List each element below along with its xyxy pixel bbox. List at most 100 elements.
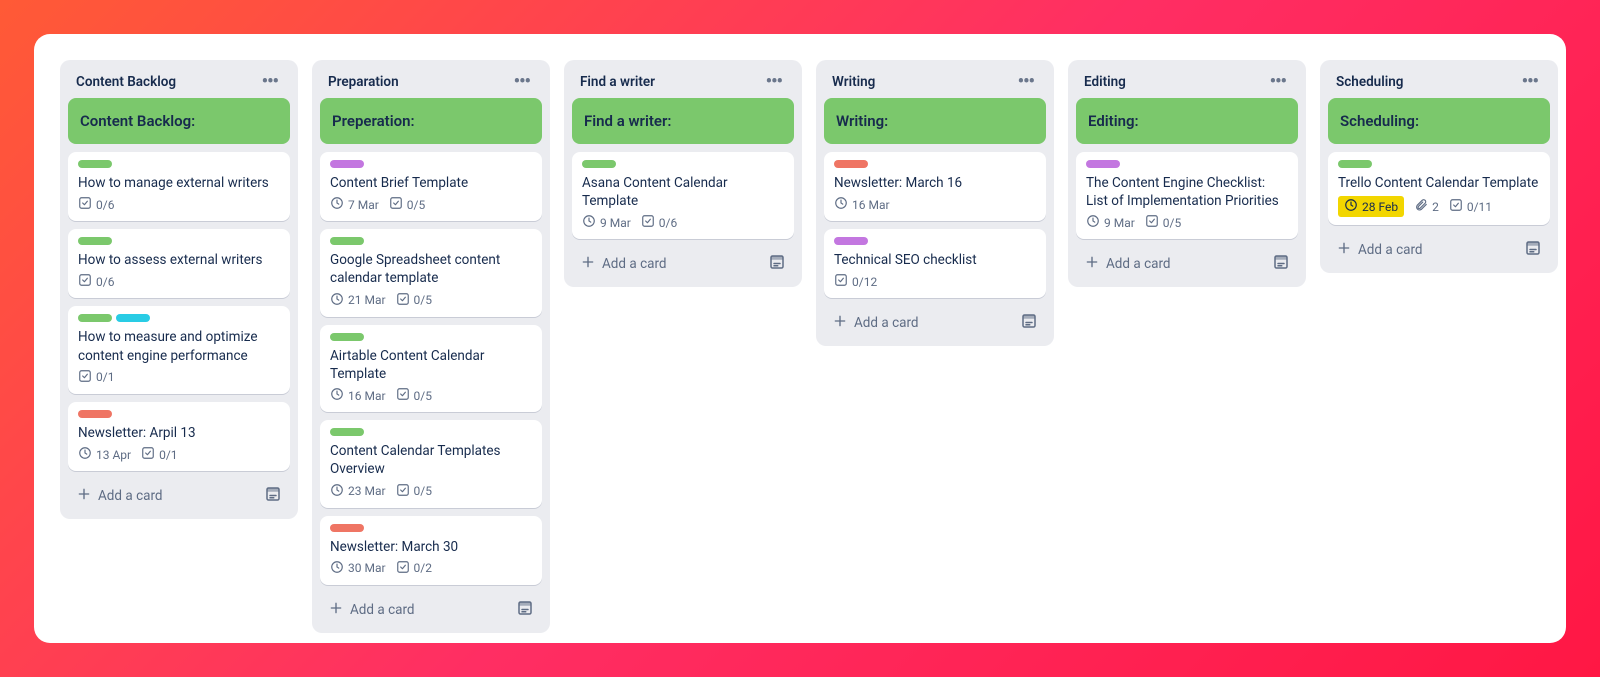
create-from-template-button[interactable] bbox=[768, 253, 786, 275]
card-badges: 0/12 bbox=[834, 273, 1036, 290]
checklist-icon bbox=[78, 369, 92, 386]
due-date-badge: 21 Mar bbox=[330, 292, 386, 309]
card-badges: 13 Apr 0/1 bbox=[78, 446, 280, 463]
card-labels bbox=[330, 333, 532, 341]
plus-icon bbox=[1336, 240, 1352, 260]
create-from-template-button[interactable] bbox=[1020, 312, 1038, 334]
checklist-badge: 0/1 bbox=[141, 446, 177, 463]
list-stage-card[interactable]: Preperation: bbox=[320, 98, 542, 144]
card[interactable]: How to manage external writers 0/6 bbox=[68, 152, 290, 221]
label-green bbox=[330, 237, 364, 245]
card[interactable]: How to assess external writers 0/6 bbox=[68, 229, 290, 298]
due-date-badge: 16 Mar bbox=[834, 196, 890, 213]
checklist-icon bbox=[78, 273, 92, 290]
list-stage-card[interactable]: Scheduling: bbox=[1328, 98, 1550, 144]
card-title: Asana Content Calendar Template bbox=[582, 174, 784, 210]
checklist-count: 0/1 bbox=[96, 370, 114, 384]
attachment-count: 2 bbox=[1432, 200, 1439, 214]
card-badges: 21 Mar 0/5 bbox=[330, 292, 532, 309]
checklist-badge: 0/5 bbox=[1145, 214, 1181, 231]
label-green bbox=[330, 333, 364, 341]
checklist-badge: 0/6 bbox=[641, 214, 677, 231]
card[interactable]: Newsletter: March 30 30 Mar 0/2 bbox=[320, 516, 542, 585]
checklist-icon bbox=[78, 196, 92, 213]
template-icon bbox=[1020, 315, 1038, 334]
card-badges: 0/6 bbox=[78, 273, 280, 290]
checklist-count: 0/12 bbox=[852, 275, 877, 289]
card-badges: 30 Mar 0/2 bbox=[330, 560, 532, 577]
list-stage-card[interactable]: Find a writer: bbox=[572, 98, 794, 144]
due-date-badge: 30 Mar bbox=[330, 560, 386, 577]
checklist-icon bbox=[1145, 214, 1159, 231]
card[interactable]: Newsletter: March 16 16 Mar bbox=[824, 152, 1046, 221]
list-menu-icon[interactable]: ••• bbox=[1518, 76, 1542, 88]
add-card-button[interactable]: Add a card bbox=[1336, 240, 1423, 260]
list-stage-card[interactable]: Editing: bbox=[1076, 98, 1298, 144]
add-card-button[interactable]: Add a card bbox=[76, 486, 163, 506]
due-date-badge: 13 Apr bbox=[78, 446, 131, 463]
clock-icon bbox=[330, 483, 344, 500]
list-header: Find a writer ••• bbox=[572, 68, 794, 98]
clock-icon bbox=[78, 446, 92, 463]
list-menu-icon[interactable]: ••• bbox=[1014, 76, 1038, 88]
card-title: How to assess external writers bbox=[78, 251, 280, 269]
card-labels bbox=[582, 160, 784, 168]
add-card-button[interactable]: Add a card bbox=[832, 313, 919, 333]
card[interactable]: Content Brief Template 7 Mar 0/5 bbox=[320, 152, 542, 221]
list: Writing ••• Writing: Newsletter: March 1… bbox=[816, 60, 1054, 346]
list: Editing ••• Editing: The Content Engine … bbox=[1068, 60, 1306, 287]
create-from-template-button[interactable] bbox=[1524, 239, 1542, 261]
create-from-template-button[interactable] bbox=[516, 599, 534, 621]
add-card-button[interactable]: Add a card bbox=[328, 600, 415, 620]
add-card-button[interactable]: Add a card bbox=[1084, 254, 1171, 274]
card[interactable]: Trello Content Calendar Template 28 Feb … bbox=[1328, 152, 1550, 225]
card-title: Content Brief Template bbox=[330, 174, 532, 192]
list-menu-icon[interactable]: ••• bbox=[510, 76, 534, 88]
list-stage-card[interactable]: Content Backlog: bbox=[68, 98, 290, 144]
list: Scheduling ••• Scheduling: Trello Conten… bbox=[1320, 60, 1558, 273]
checklist-badge: 0/6 bbox=[78, 273, 114, 290]
list-menu-icon[interactable]: ••• bbox=[1266, 76, 1290, 88]
checklist-icon bbox=[641, 214, 655, 231]
card[interactable]: Newsletter: Arpil 13 13 Apr 0/1 bbox=[68, 402, 290, 471]
checklist-badge: 0/5 bbox=[396, 387, 432, 404]
card[interactable]: Airtable Content Calendar Template 16 Ma… bbox=[320, 325, 542, 412]
card[interactable]: Google Spreadsheet content calendar temp… bbox=[320, 229, 542, 316]
card-title: Technical SEO checklist bbox=[834, 251, 1036, 269]
add-card-button[interactable]: Add a card bbox=[580, 254, 667, 274]
add-card-label: Add a card bbox=[1358, 242, 1423, 258]
card[interactable]: Asana Content Calendar Template 9 Mar 0/… bbox=[572, 152, 794, 239]
clock-icon bbox=[330, 292, 344, 309]
card-labels bbox=[330, 237, 532, 245]
card[interactable]: The Content Engine Checklist: List of Im… bbox=[1076, 152, 1298, 239]
add-card-row: Add a card bbox=[1328, 233, 1550, 265]
list-title: Content Backlog bbox=[76, 74, 176, 90]
list-menu-icon[interactable]: ••• bbox=[258, 76, 282, 88]
checklist-badge: 0/11 bbox=[1449, 198, 1492, 215]
checklist-count: 0/11 bbox=[1467, 200, 1492, 214]
card-badges: 28 Feb 2 0/11 bbox=[1338, 196, 1540, 217]
due-date-badge: 28 Feb bbox=[1338, 196, 1404, 217]
create-from-template-button[interactable] bbox=[264, 485, 282, 507]
list-title: Scheduling bbox=[1336, 74, 1403, 90]
card-badges: 23 Mar 0/5 bbox=[330, 483, 532, 500]
due-date-badge: 9 Mar bbox=[1086, 214, 1135, 231]
create-from-template-button[interactable] bbox=[1272, 253, 1290, 275]
attachment-badge: 2 bbox=[1414, 198, 1439, 215]
card-title: Trello Content Calendar Template bbox=[1338, 174, 1540, 192]
list: Find a writer ••• Find a writer: Asana C… bbox=[564, 60, 802, 287]
checklist-badge: 0/5 bbox=[396, 483, 432, 500]
card[interactable]: Technical SEO checklist 0/12 bbox=[824, 229, 1046, 298]
card[interactable]: Content Calendar Templates Overview 23 M… bbox=[320, 420, 542, 507]
clock-icon bbox=[1344, 198, 1358, 215]
label-green bbox=[330, 428, 364, 436]
add-card-row: Add a card bbox=[824, 306, 1046, 338]
list-stage-card[interactable]: Writing: bbox=[824, 98, 1046, 144]
card[interactable]: How to measure and optimize content engi… bbox=[68, 306, 290, 393]
plus-icon bbox=[76, 486, 92, 506]
card-title: The Content Engine Checklist: List of Im… bbox=[1086, 174, 1288, 210]
due-date-text: 30 Mar bbox=[348, 561, 386, 575]
due-date-text: 16 Mar bbox=[852, 198, 890, 212]
list-menu-icon[interactable]: ••• bbox=[762, 76, 786, 88]
label-teal bbox=[116, 314, 150, 322]
